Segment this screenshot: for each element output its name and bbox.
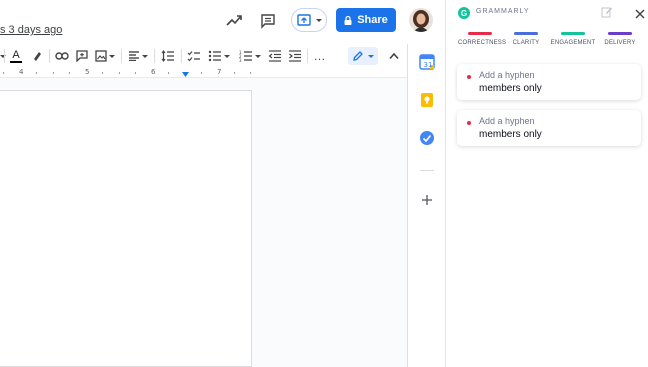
document-page[interactable]: [0, 90, 252, 367]
suggestion-text: members only: [479, 129, 542, 140]
insert-image-icon[interactable]: [94, 47, 116, 65]
grammarly-panel: G GRAMMARLY CORRECTNESS CLARITY ENGAGEME…: [445, 0, 648, 367]
edit-goals-icon[interactable]: [601, 5, 613, 23]
numbered-list-icon[interactable]: 123: [237, 47, 263, 65]
category-correctness[interactable]: CORRECTNESS: [458, 32, 506, 46]
calendar-icon[interactable]: 31: [419, 54, 435, 70]
grammarly-title: GRAMMARLY: [476, 8, 530, 15]
app-root: s 3 days ago Share A 1 2 3 … 4 5 6 7 31 …: [0, 0, 648, 367]
suggestion-card[interactable]: Add a hyphen members only: [457, 110, 641, 146]
category-engagement[interactable]: ENGAGEMENT: [550, 32, 596, 46]
increase-indent-icon[interactable]: [287, 47, 303, 65]
share-button[interactable]: Share: [336, 8, 396, 32]
engagement-bar: [561, 32, 585, 35]
chevron-down-icon: [315, 18, 322, 22]
correctness-dot-icon: [467, 121, 471, 125]
checklist-icon[interactable]: [186, 47, 202, 65]
present-button[interactable]: [291, 8, 327, 32]
delivery-bar: [608, 32, 632, 35]
category-delivery[interactable]: DELIVERY: [604, 32, 636, 46]
correctness-bar: [468, 32, 492, 35]
tasks-icon[interactable]: [419, 130, 435, 146]
text-color-icon[interactable]: A: [8, 47, 24, 65]
highlight-color-icon[interactable]: [29, 47, 45, 65]
ruler[interactable]: 4 5 6 7: [0, 68, 407, 78]
category-label: CLARITY: [512, 40, 540, 46]
last-edit-link[interactable]: s 3 days ago: [0, 24, 62, 36]
pencil-icon: [353, 51, 363, 61]
insert-link-icon[interactable]: [54, 47, 70, 65]
grammarly-logo-icon: G: [458, 7, 470, 19]
svg-text:3: 3: [239, 58, 242, 62]
decrease-indent-icon[interactable]: [267, 47, 283, 65]
clarity-bar: [514, 32, 538, 35]
lock-icon: [344, 15, 352, 25]
side-panel: 31: [407, 44, 445, 367]
ruler-number: 6: [151, 68, 156, 76]
share-button-label: Share: [357, 14, 388, 26]
line-spacing-icon[interactable]: [160, 47, 176, 65]
ruler-number: 7: [217, 68, 222, 76]
close-icon[interactable]: [635, 6, 645, 24]
svg-text:31: 31: [424, 61, 433, 69]
add-comment-icon[interactable]: [74, 47, 90, 65]
category-label: ENGAGEMENT: [550, 40, 596, 46]
category-clarity[interactable]: CLARITY: [511, 32, 541, 46]
suggestion-hint: Add a hyphen: [479, 116, 535, 126]
formatting-toolbar: A 123 …: [0, 44, 407, 68]
more-options-icon[interactable]: …: [312, 47, 328, 65]
add-addon-icon[interactable]: [419, 192, 435, 208]
suggestion-text: members only: [479, 83, 542, 94]
suggestion-card[interactable]: Add a hyphen members only: [457, 64, 641, 100]
correctness-dot-icon: [467, 75, 471, 79]
editing-mode-button[interactable]: [348, 47, 378, 65]
activity-dashboard-icon[interactable]: [222, 9, 246, 33]
keep-notes-icon[interactable]: [419, 92, 435, 108]
category-label: DELIVERY: [604, 40, 636, 46]
align-left-icon[interactable]: [127, 47, 149, 65]
comment-history-icon[interactable]: [256, 9, 280, 33]
document-canvas: [0, 78, 407, 367]
ruler-number: 4: [19, 68, 24, 76]
collapse-toolbar-icon[interactable]: [386, 47, 402, 65]
right-indent-marker-icon[interactable]: [182, 72, 189, 77]
avatar[interactable]: [409, 8, 433, 32]
ruler-number: 5: [85, 68, 90, 76]
suggestion-hint: Add a hyphen: [479, 70, 535, 80]
bulleted-list-icon[interactable]: [206, 47, 232, 65]
present-icon: [296, 14, 311, 26]
category-label: CORRECTNESS: [458, 40, 507, 46]
side-panel-divider: [420, 170, 434, 171]
